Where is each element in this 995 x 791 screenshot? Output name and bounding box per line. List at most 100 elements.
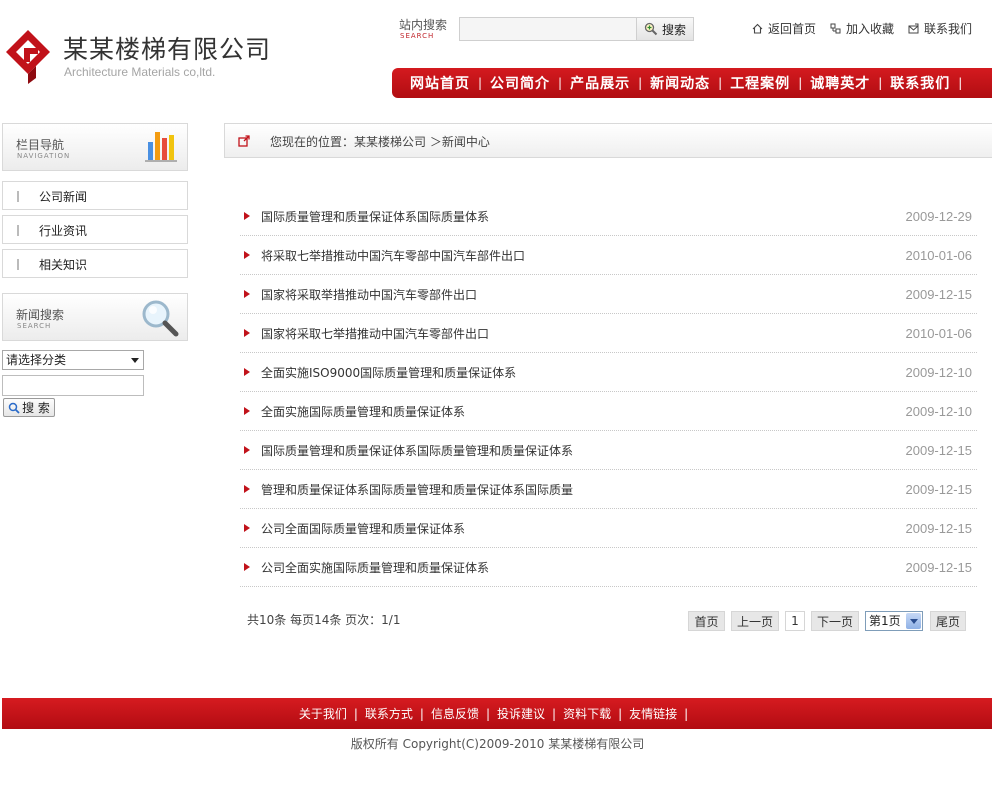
chevron-down-icon <box>131 358 139 363</box>
company-logo[interactable] <box>4 28 52 86</box>
last-page-button[interactable]: 尾页 <box>930 611 966 631</box>
news-title[interactable]: 公司全面实施国际质量管理和质量保证体系 <box>261 559 489 576</box>
list-bullet <box>17 259 19 270</box>
quick-link-bookmark[interactable]: 加入收藏 <box>830 20 894 37</box>
news-title[interactable]: 公司全面国际质量管理和质量保证体系 <box>261 520 465 537</box>
nav-separator: | <box>878 76 883 90</box>
news-keyword-input[interactable] <box>2 375 144 396</box>
current-page-number[interactable]: 1 <box>785 611 805 631</box>
news-row[interactable]: 全面实施ISO9000国际质量管理和质量保证体系 2009-12-10 <box>240 353 977 392</box>
site-search-input[interactable] <box>460 18 636 40</box>
quick-link-home[interactable]: 返回首页 <box>752 20 816 37</box>
sidebar-item-company-news[interactable]: 公司新闻 <box>2 181 188 210</box>
nav-separator: | <box>958 76 963 90</box>
prev-page-button[interactable]: 上一页 <box>731 611 779 631</box>
news-title[interactable]: 全面实施ISO9000国际质量管理和质量保证体系 <box>261 364 516 381</box>
quick-link-home-label: 返回首页 <box>768 22 817 36</box>
quick-link-contact[interactable]: 联系我们 <box>908 20 972 37</box>
magnifier-icon <box>8 402 20 414</box>
news-date: 2009-12-15 <box>905 443 973 458</box>
footer-link-friends[interactable]: 友情链接 <box>629 705 677 722</box>
nav-separator: | <box>798 76 803 90</box>
news-title[interactable]: 全面实施国际质量管理和质量保证体系 <box>261 403 465 420</box>
news-date: 2009-12-29 <box>905 209 973 224</box>
news-search-button[interactable]: 搜 索 <box>3 398 55 417</box>
arrow-bullet-icon <box>244 485 250 493</box>
sidebar-item-label: 公司新闻 <box>39 190 88 204</box>
arrow-bullet-icon <box>244 407 250 415</box>
news-title[interactable]: 国家将采取举措推动中国汽车零部件出口 <box>261 286 477 303</box>
footer-separator: | <box>419 706 424 721</box>
site-search-button[interactable]: 搜索 <box>636 18 693 40</box>
sidebar-nav-header: 栏目导航 NAVIGATION <box>2 123 188 171</box>
news-title[interactable]: 将采取七举措推动中国汽车零部中国汽车部件出口 <box>261 247 525 264</box>
mail-icon <box>908 23 919 34</box>
chevron-down-icon <box>906 613 921 629</box>
arrow-bullet-icon <box>244 446 250 454</box>
sidebar-item-industry-news[interactable]: 行业资讯 <box>2 215 188 244</box>
footer-link-about[interactable]: 关于我们 <box>299 705 347 722</box>
quick-link-contact-label: 联系我们 <box>924 22 973 36</box>
news-date: 2010-01-06 <box>905 326 973 341</box>
news-row[interactable]: 管理和质量保证体系国际质量管理和质量保证体系国际质量 2009-12-15 <box>240 470 977 509</box>
news-row[interactable]: 公司全面国际质量管理和质量保证体系 2009-12-15 <box>240 509 977 548</box>
news-date: 2010-01-06 <box>905 248 973 263</box>
news-search-subtitle: SEARCH <box>17 322 52 330</box>
news-row[interactable]: 国家将采取七举措推动中国汽车零部件出口 2010-01-06 <box>240 314 977 353</box>
footer-nav: 关于我们 | 联系方式 | 信息反馈 | 投诉建议 | 资料下载 | 友情链接 … <box>2 698 992 729</box>
footer-separator: | <box>684 706 689 721</box>
list-bullet <box>17 225 19 236</box>
arrow-bullet-icon <box>244 290 250 298</box>
nav-products[interactable]: 产品展示 <box>570 73 630 93</box>
news-date: 2009-12-10 <box>905 404 973 419</box>
news-date: 2009-12-15 <box>905 560 973 575</box>
news-title[interactable]: 国际质量管理和质量保证体系国际质量管理和质量保证体系 <box>261 442 573 459</box>
company-english-name: Architecture Materials co,ltd. <box>64 65 216 79</box>
nav-home[interactable]: 网站首页 <box>410 73 470 93</box>
nav-news[interactable]: 新闻动态 <box>650 73 710 93</box>
breadcrumb-text: 您现在的位置：某某楼梯公司 ＞新闻中心 <box>270 135 490 149</box>
bookmark-icon <box>830 23 841 34</box>
next-page-button[interactable]: 下一页 <box>811 611 859 631</box>
arrow-bullet-icon <box>244 563 250 571</box>
footer-separator: | <box>353 706 358 721</box>
sidebar-nav-title: 栏目导航 <box>16 138 65 152</box>
news-row[interactable]: 公司全面实施国际质量管理和质量保证体系 2009-12-15 <box>240 548 977 587</box>
footer-link-feedback[interactable]: 信息反馈 <box>431 705 479 722</box>
category-select[interactable]: 请选择分类 <box>2 350 144 370</box>
footer-separator: | <box>485 706 490 721</box>
nav-contact[interactable]: 联系我们 <box>890 73 950 93</box>
news-row[interactable]: 全面实施国际质量管理和质量保证体系 2009-12-10 <box>240 392 977 431</box>
category-select-value: 请选择分类 <box>6 353 67 367</box>
news-title[interactable]: 管理和质量保证体系国际质量管理和质量保证体系国际质量 <box>261 481 573 498</box>
news-row[interactable]: 国际质量管理和质量保证体系国际质量管理和质量保证体系 2009-12-15 <box>240 431 977 470</box>
sidebar-item-knowledge[interactable]: 相关知识 <box>2 249 188 278</box>
site-search: 搜索 <box>459 17 694 41</box>
breadcrumb: 您现在的位置：某某楼梯公司 ＞新闻中心 <box>224 123 992 158</box>
nav-cases[interactable]: 工程案例 <box>730 73 790 93</box>
footer-link-contact[interactable]: 联系方式 <box>365 705 413 722</box>
arrow-bullet-icon <box>244 524 250 532</box>
first-page-button[interactable]: 首页 <box>688 611 725 631</box>
news-row[interactable]: 国家将采取举措推动中国汽车零部件出口 2009-12-15 <box>240 275 977 314</box>
news-title[interactable]: 国际质量管理和质量保证体系国际质量体系 <box>261 208 489 225</box>
news-date: 2009-12-10 <box>905 365 973 380</box>
nav-about[interactable]: 公司简介 <box>490 73 550 93</box>
nav-jobs[interactable]: 诚聘英才 <box>810 73 870 93</box>
news-search-title: 新闻搜索 <box>16 308 65 322</box>
arrow-bullet-icon <box>244 251 250 259</box>
page-select-value: 第1页 <box>869 614 901 628</box>
news-row[interactable]: 将采取七举措推动中国汽车零部中国汽车部件出口 2010-01-06 <box>240 236 977 275</box>
magnifier-icon <box>142 300 179 337</box>
footer-link-complaints[interactable]: 投诉建议 <box>497 705 545 722</box>
footer-separator: | <box>618 706 623 721</box>
footer-link-downloads[interactable]: 资料下载 <box>563 705 611 722</box>
magnifier-icon <box>644 22 658 36</box>
quick-links: 返回首页 加入收藏 联系我们 <box>752 20 972 37</box>
page-select[interactable]: 第1页 <box>865 611 923 631</box>
arrow-bullet-icon <box>244 368 250 376</box>
sidebar-nav-subtitle: NAVIGATION <box>17 152 71 160</box>
nav-separator: | <box>638 76 643 90</box>
news-title[interactable]: 国家将采取七举措推动中国汽车零部件出口 <box>261 325 489 342</box>
news-row[interactable]: 国际质量管理和质量保证体系国际质量体系 2009-12-29 <box>240 197 977 236</box>
